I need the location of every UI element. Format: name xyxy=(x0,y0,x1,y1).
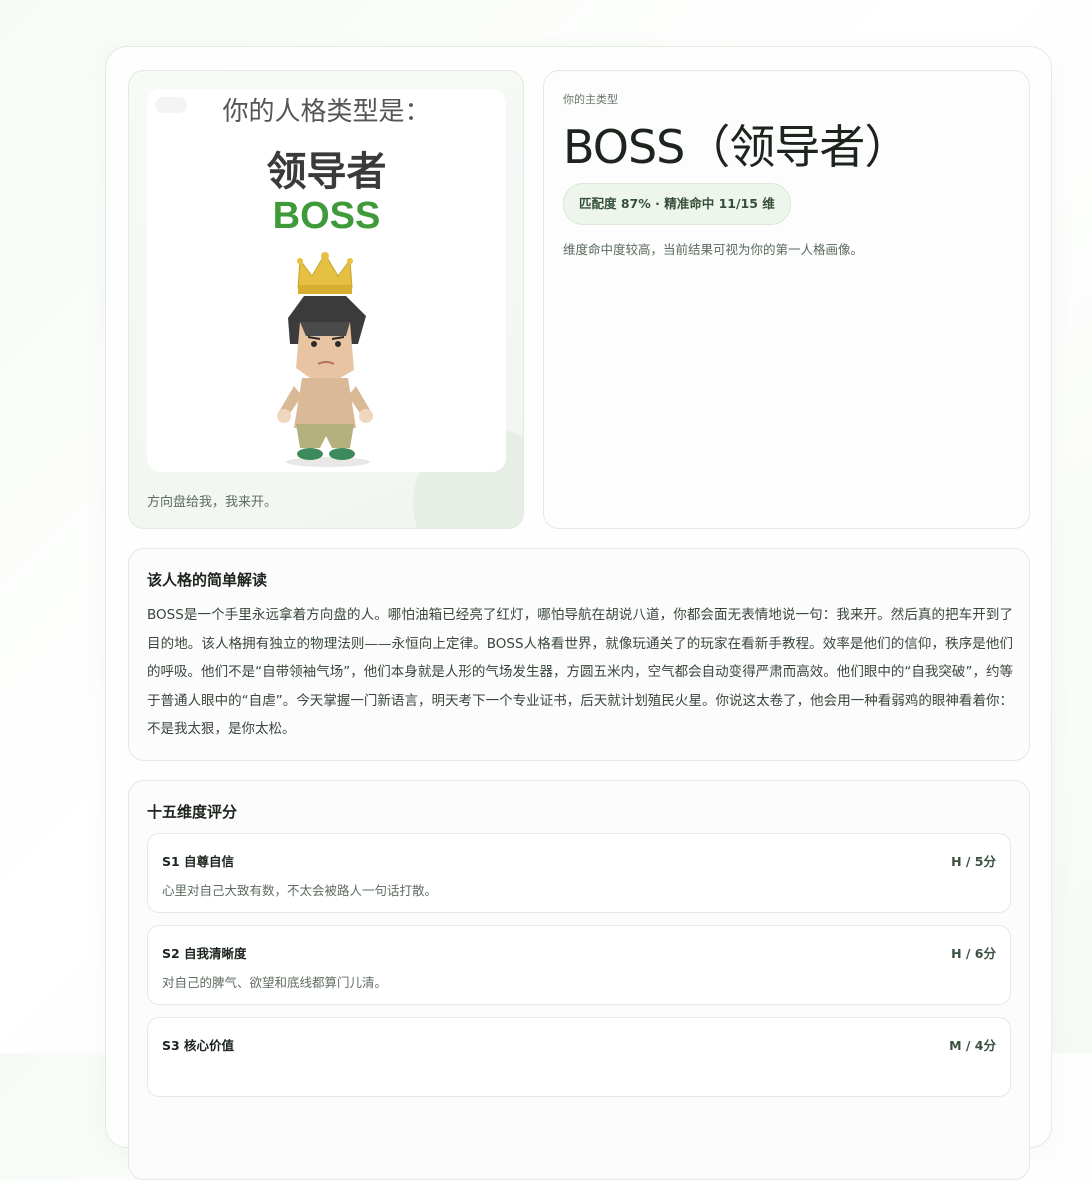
dimension-card: S3 核心价值 M / 4分 xyxy=(147,1017,1011,1097)
poster-quote: 方向盘给我，我来开。 xyxy=(147,495,278,510)
poster-panel: 你的人格类型是： 领导者 BOSS 方向盘给我，我来开。 xyxy=(128,70,524,529)
dimensions-panel: 十五维度评分 S1 自尊自信 H / 5分 心里对自己大致有数，不太会被路人一句… xyxy=(128,780,1030,1180)
dimension-name: S3 核心价值 xyxy=(162,1038,235,1053)
poster-heading: 你的人格类型是： xyxy=(222,97,431,127)
summary-description: 维度命中度较高，当前结果可视为你的第一人格画像。 xyxy=(563,242,864,257)
result-card: 你的人格类型是： 领导者 BOSS 方向盘给我，我来开。 你的主类型 BOSS（… xyxy=(105,46,1052,1180)
dimension-name: S1 自尊自信 xyxy=(162,854,235,869)
personality-title: BOSS（领导者） xyxy=(563,120,910,174)
poster-type-cn: 领导者 xyxy=(266,149,387,195)
dimension-card: S1 自尊自信 H / 5分 心里对自己大致有数，不太会被路人一句话打散。 xyxy=(147,833,1011,913)
dimension-name: S2 自我清晰度 xyxy=(162,946,247,961)
dimension-score: H / 5分 xyxy=(951,854,996,869)
match-badge: 匹配度 87% · 精准命中 11/15 维 xyxy=(563,183,791,225)
dimension-card: S2 自我清晰度 H / 6分 对自己的脾气、欲望和底线都算门儿清。 xyxy=(147,925,1011,1005)
boss-character-illustration xyxy=(277,252,373,467)
poster-type-en: BOSS xyxy=(272,195,381,237)
interpretation-panel: 该人格的简单解读 BOSS是一个手里永远拿着方向盘的人。哪怕油箱已经亮了红灯，哪… xyxy=(128,548,1030,761)
summary-eyebrow: 你的主类型 xyxy=(563,93,618,106)
dimension-description: 对自己的脾气、欲望和底线都算门儿清。 xyxy=(162,975,388,990)
summary-panel: 你的主类型 BOSS（领导者） 匹配度 87% · 精准命中 11/15 维 维… xyxy=(543,70,1030,529)
dimensions-title: 十五维度评分 xyxy=(147,803,238,821)
dimension-score: M / 4分 xyxy=(949,1038,996,1053)
interpretation-title: 该人格的简单解读 xyxy=(147,571,268,589)
dimension-score: H / 6分 xyxy=(951,946,996,961)
dimension-description: 心里对自己大致有数，不太会被路人一句话打散。 xyxy=(162,883,438,898)
interpretation-body: BOSS是一个手里永远拿着方向盘的人。哪怕油箱已经亮了红灯，哪怕导航在胡说八道，… xyxy=(147,607,1013,737)
personality-poster-image: 你的人格类型是： 领导者 BOSS xyxy=(147,89,506,472)
